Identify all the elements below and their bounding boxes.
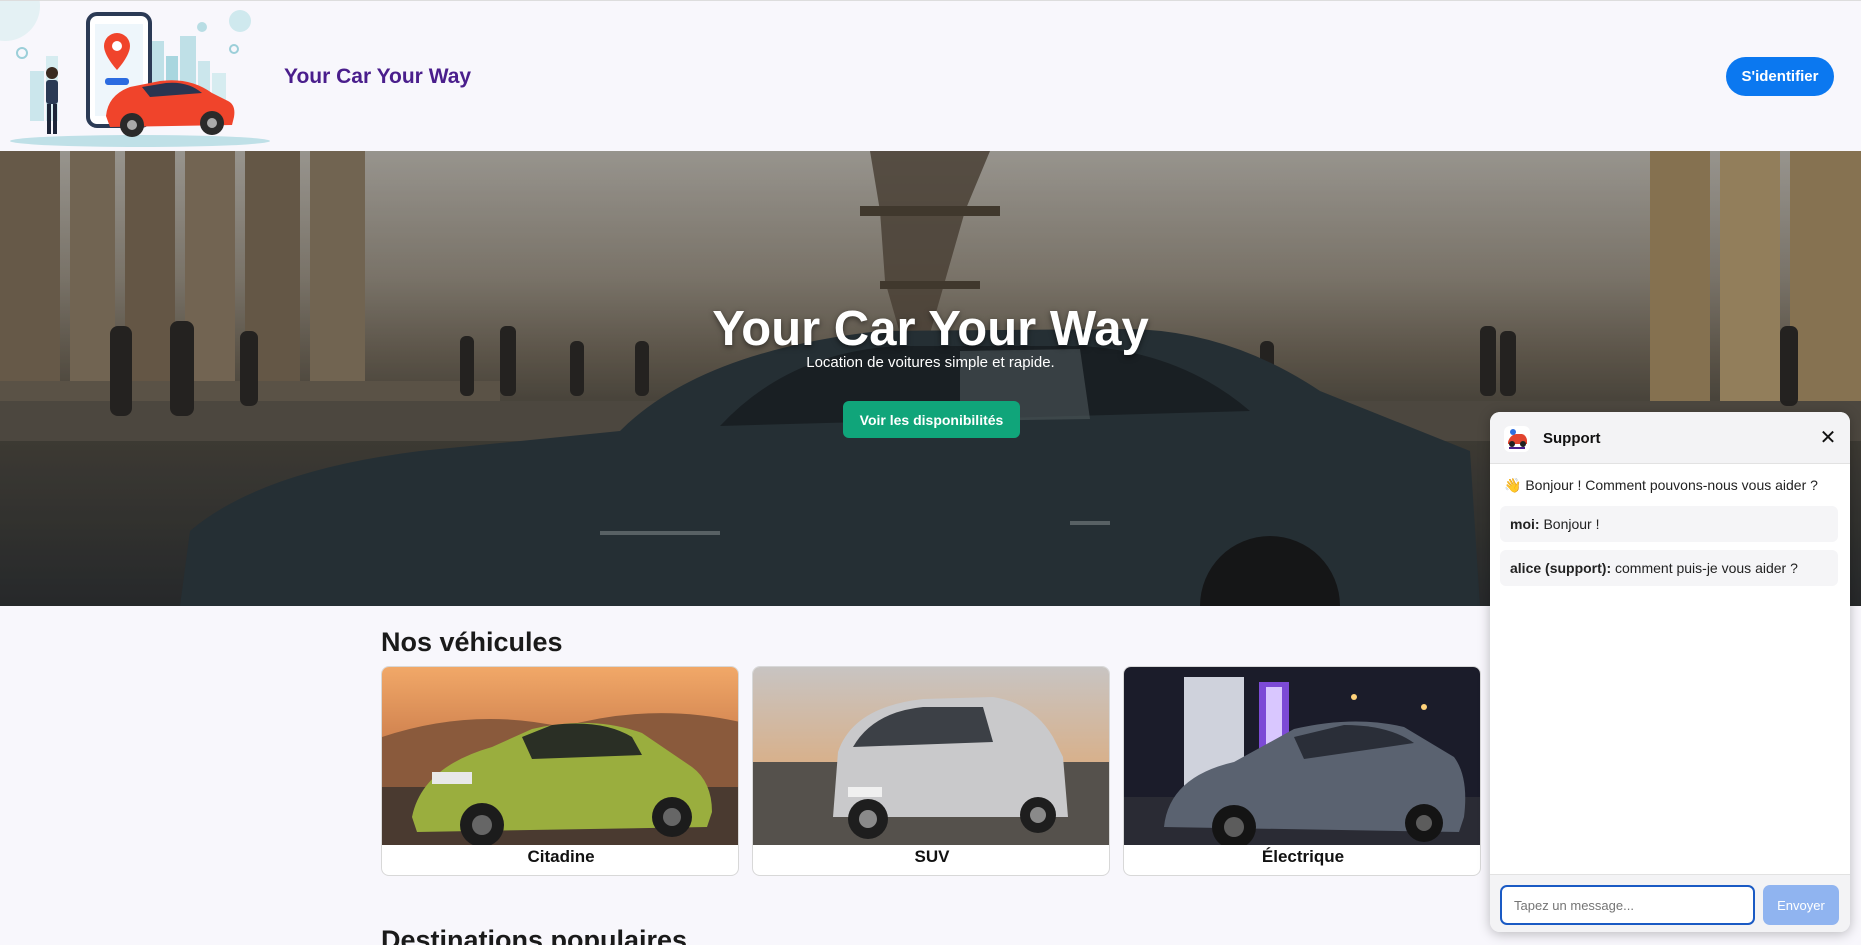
vehicle-label-citadine: Citadine: [527, 847, 595, 866]
vehicle-label-suv: SUV: [914, 847, 950, 866]
see-availability-button[interactable]: Voir les disponibilités: [843, 401, 1020, 438]
vehicle-card-citadine[interactable]: Citadine: [381, 666, 739, 876]
message-author: moi:: [1510, 516, 1540, 532]
citadine-image: [382, 667, 738, 845]
support-chat-widget: Support ✕ 👋 Bonjour ! Comment pouvons-no…: [1490, 412, 1850, 932]
chat-message-input[interactable]: [1500, 885, 1755, 925]
message-text: Bonjour !: [1543, 516, 1600, 532]
message-author: alice (support):: [1510, 560, 1612, 576]
suv-image: [753, 667, 1109, 845]
hero-subtitle: Location de voitures simple et rapide.: [806, 354, 1055, 371]
chat-welcome-message: 👋 Bonjour ! Comment pouvons-nous vous ai…: [1504, 477, 1818, 493]
send-button[interactable]: Envoyer: [1763, 885, 1839, 925]
vehicles-section-title: Nos véhicules: [381, 627, 563, 657]
vehicle-label-electrique: Électrique: [1261, 847, 1345, 866]
chat-header: Support ✕: [1490, 412, 1850, 464]
chat-message: alice (support): comment puis-je vous ai…: [1500, 550, 1838, 586]
chat-footer: Envoyer: [1490, 874, 1850, 932]
login-button[interactable]: S'identifier: [1726, 57, 1834, 96]
message-text: comment puis-je vous aider ?: [1615, 560, 1798, 576]
chat-avatar: [1504, 426, 1530, 452]
vehicle-card-suv[interactable]: SUV: [752, 666, 1110, 876]
close-icon[interactable]: ✕: [1816, 426, 1840, 450]
brand-name[interactable]: Your Car Your Way: [284, 65, 471, 89]
destinations-section-title: Destinations populaires: [381, 925, 688, 945]
vehicle-card-electrique[interactable]: Électrique: [1123, 666, 1481, 876]
site-header: Your Car Your Way S'identifier: [0, 0, 1861, 151]
hero-title: Your Car Your Way: [712, 302, 1149, 356]
electrique-image: [1124, 667, 1480, 845]
logo-illustration[interactable]: [0, 0, 275, 152]
chat-title: Support: [1543, 430, 1601, 447]
chat-message: moi: Bonjour !: [1500, 506, 1838, 542]
